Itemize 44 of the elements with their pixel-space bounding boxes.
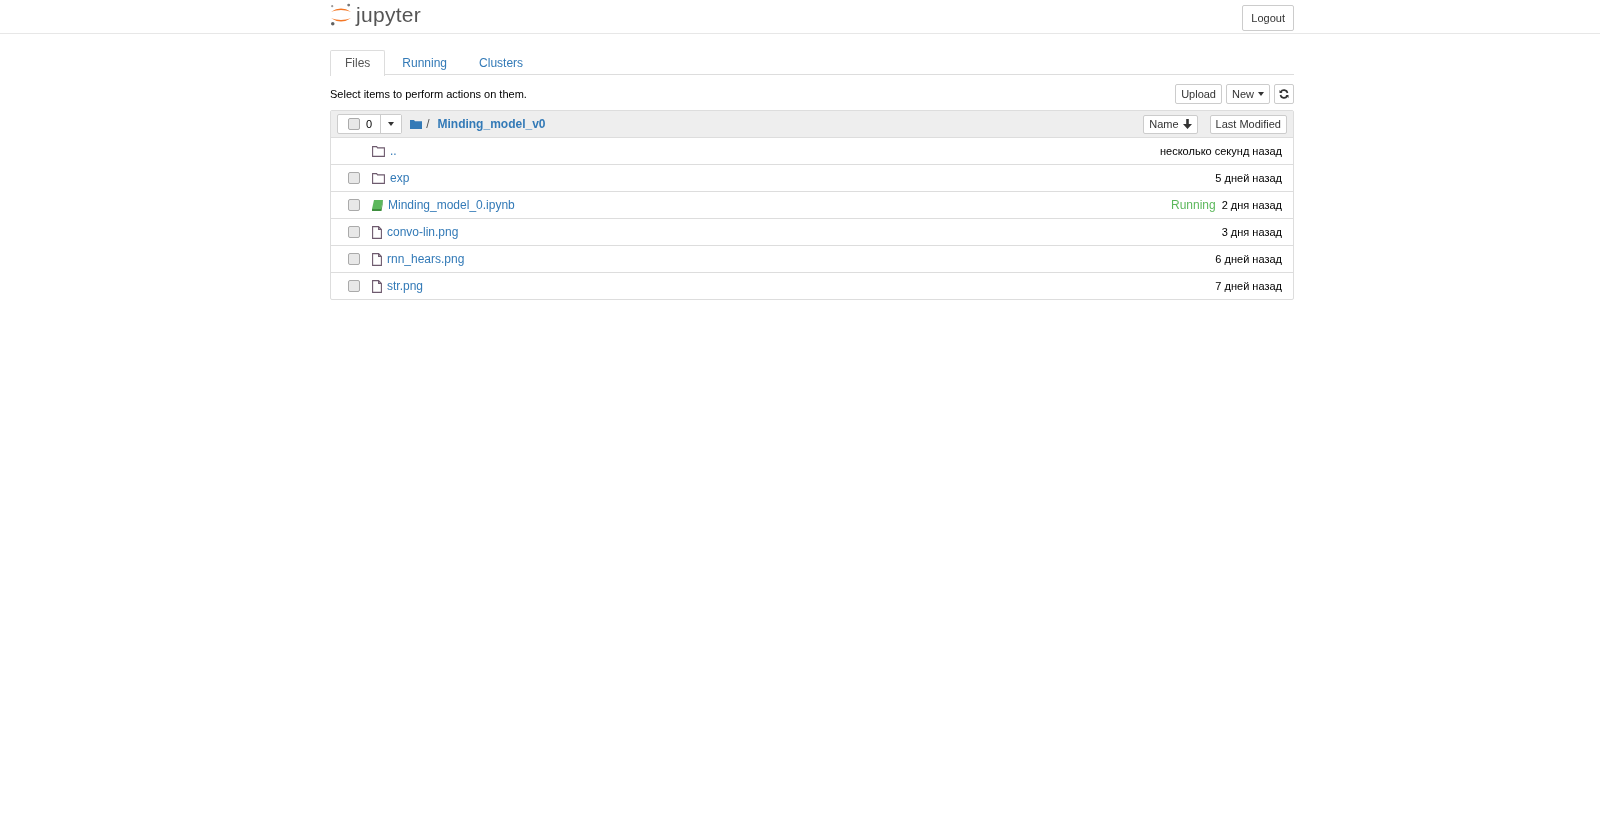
folder-icon[interactable] (410, 119, 423, 129)
folder-icon (372, 172, 385, 184)
notebook-icon (372, 199, 383, 211)
checkbox[interactable] (348, 280, 360, 292)
path-separator: / (426, 117, 430, 131)
tab[interactable]: Running (387, 50, 463, 75)
item-link[interactable]: rnn_hears.png (387, 252, 465, 266)
modified-time: 5 дней назад (1215, 172, 1282, 184)
tab[interactable]: Clusters (464, 50, 539, 75)
item-link[interactable]: str.png (387, 279, 424, 293)
caret-icon (1258, 92, 1264, 96)
folder-icon (372, 145, 385, 157)
selected-count: 0 (366, 118, 373, 130)
arrow-down-icon (1182, 119, 1192, 129)
file-icon (372, 279, 382, 293)
item-link[interactable]: exp (390, 171, 410, 185)
breadcrumb-link[interactable]: Minding_model_v0 (437, 117, 546, 131)
item-link[interactable]: convo-lin.png (387, 225, 459, 239)
sort-name-button[interactable]: Name (1143, 114, 1198, 134)
checkbox[interactable] (348, 172, 360, 184)
tab[interactable]: Files (330, 50, 386, 76)
checkbox[interactable] (348, 226, 360, 238)
checkbox[interactable] (348, 253, 360, 265)
logo-text[interactable]: jupyter (356, 3, 422, 27)
modified-time: несколько секунд назад (1160, 145, 1282, 157)
logout-button[interactable]: Logout (1242, 4, 1294, 31)
item-link[interactable]: .. (390, 144, 397, 158)
modified-time: 2 дня назад (1221, 199, 1282, 211)
upload-button[interactable]: Upload (1175, 84, 1222, 104)
caret-icon (388, 122, 395, 126)
running-status: Running (1170, 198, 1216, 212)
hint-text: Select items to perform actions on them. (330, 88, 527, 100)
refresh-icon (1279, 89, 1289, 99)
sort-modified-button[interactable]: Last Modified (1209, 114, 1287, 134)
refresh-button[interactable] (1274, 84, 1294, 104)
checkbox[interactable] (348, 118, 360, 130)
modified-time: 3 дня назад (1221, 226, 1282, 238)
checkbox[interactable] (348, 199, 360, 211)
new-button[interactable]: New (1226, 84, 1270, 104)
modified-time: 6 дней назад (1215, 253, 1282, 265)
file-icon (372, 225, 382, 239)
item-link[interactable]: Minding_model_0.ipynb (388, 198, 515, 212)
modified-time: 7 дней назад (1215, 280, 1282, 292)
file-icon (372, 252, 382, 266)
